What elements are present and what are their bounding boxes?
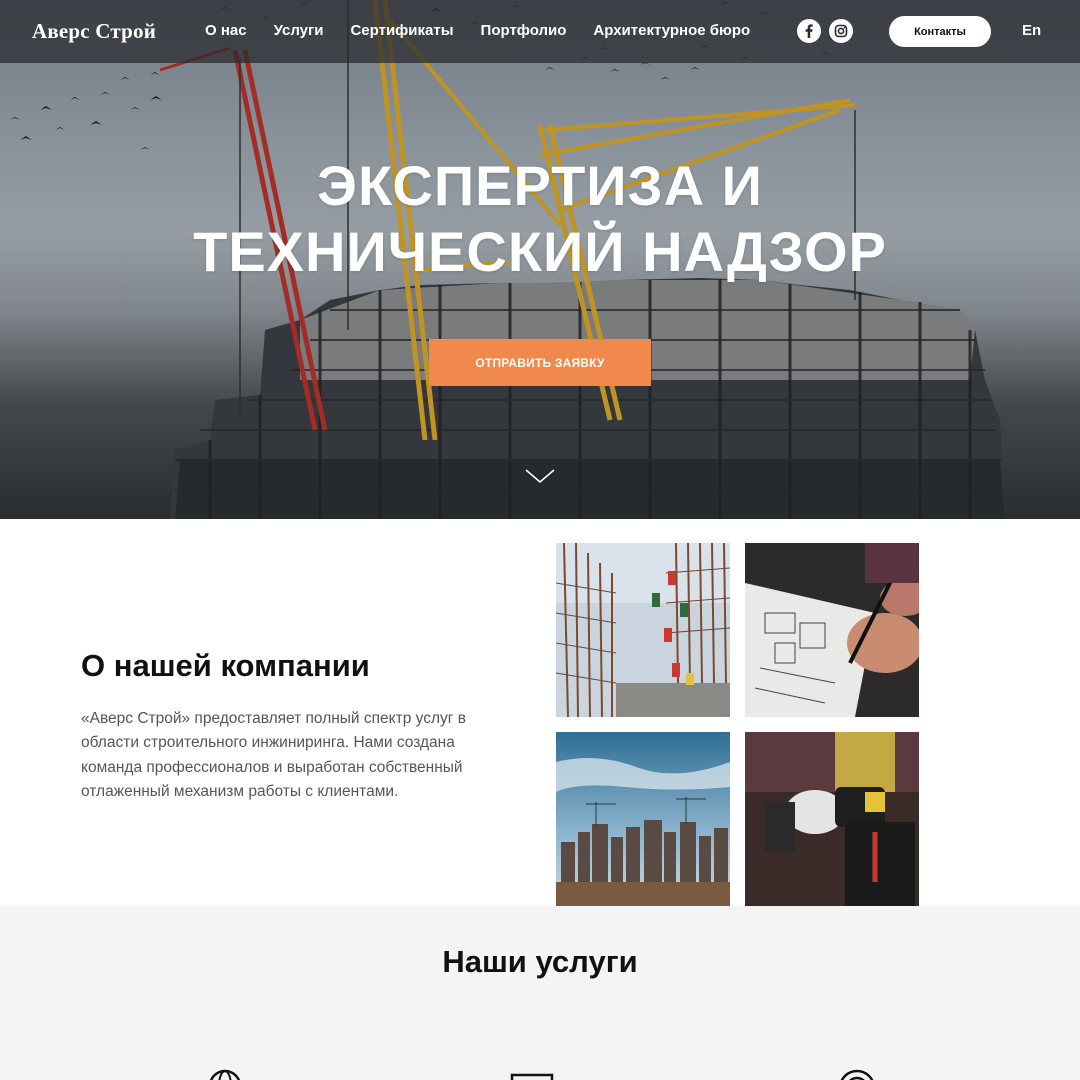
photo-drawing-plans [745, 543, 919, 717]
document-icon [510, 1073, 554, 1080]
nav-item-portfolio[interactable]: Портфолио [481, 22, 567, 39]
nav-item-certificates[interactable]: Сертификаты [350, 22, 453, 39]
contacts-button[interactable]: Контакты [889, 16, 991, 47]
submit-request-button[interactable]: ОТПРАВИТЬ ЗАЯВКУ [429, 339, 651, 386]
about-description: «Аверс Строй» предоставляет полный спект… [81, 710, 466, 800]
instagram-icon[interactable] [829, 19, 853, 43]
services-section: Наши услуги [0, 906, 1080, 1080]
facebook-icon[interactable] [797, 19, 821, 43]
nav-item-architecture-bureau[interactable]: Архитектурное бюро [593, 22, 750, 39]
hero-title: ЭКСПЕРТИЗА И ТЕХНИЧЕСКИЙ НАДЗОР [0, 153, 1080, 285]
language-switch[interactable]: En [1022, 22, 1041, 39]
services-title: Наши услуги [442, 944, 638, 979]
photo-power-drill [745, 732, 919, 906]
site-logo[interactable]: Аверс Строй [32, 19, 156, 44]
photo-city-construction [556, 732, 730, 906]
chevron-down-icon[interactable] [524, 466, 556, 491]
main-nav: О нас Услуги Сертификаты Портфолио Архит… [205, 22, 750, 39]
globe-icon [209, 1069, 241, 1080]
nav-item-about[interactable]: О нас [205, 22, 247, 39]
target-icon [840, 1069, 874, 1080]
nav-item-services[interactable]: Услуги [274, 22, 324, 39]
site-header: Аверс Строй О нас Услуги Сертификаты Пор… [0, 0, 1080, 63]
about-title: О нашей компании [81, 648, 370, 683]
hero-title-line1: ЭКСПЕРТИЗА И [317, 154, 763, 217]
hero-title-line2: ТЕХНИЧЕСКИЙ НАДЗОР [193, 220, 887, 283]
photo-workers-rebar [556, 543, 730, 717]
